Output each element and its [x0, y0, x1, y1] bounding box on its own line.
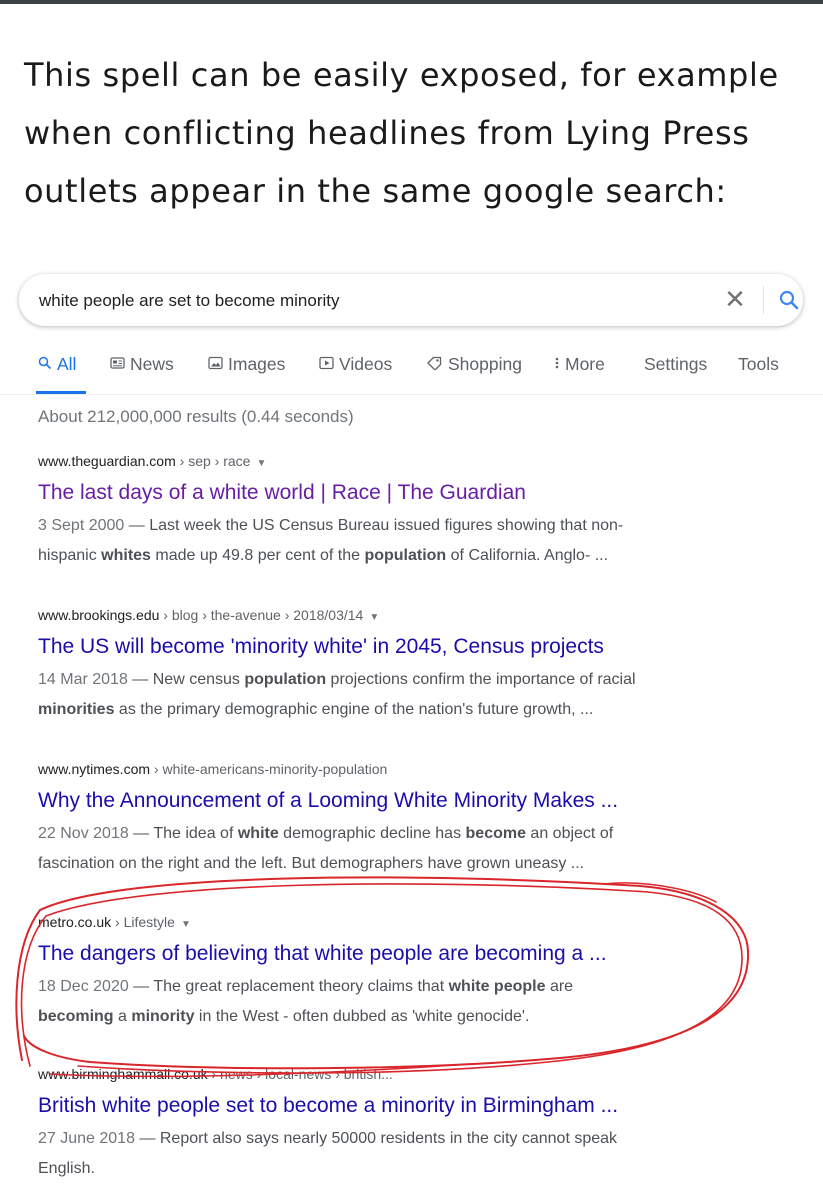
snippet-text: — New census — [127, 671, 245, 688]
result-title-link[interactable]: British white people set to become a min… — [38, 1092, 808, 1120]
result-breadcrumb: › blog › the-avenue › 2018/03/14 — [159, 607, 364, 623]
intro-line: outlets appear in the same google search… — [24, 172, 727, 210]
snippet-bold: population — [364, 547, 447, 564]
snippet-bold: minority — [131, 1008, 195, 1025]
tab-label: More — [565, 354, 605, 374]
snippet-text: are — [545, 978, 574, 995]
search-result: www.birminghammail.co.uk › news › local-… — [38, 1064, 808, 1184]
result-date: 22 Nov 2018 — [38, 825, 129, 842]
image-icon — [208, 354, 223, 375]
search-icon[interactable] — [777, 288, 801, 312]
result-snippet: 18 Dec 2020 — The great replacement theo… — [38, 972, 808, 1032]
result-snippet: 3 Sept 2000 — Last week the US Census Bu… — [38, 511, 808, 571]
chevron-down-icon[interactable]: ▼ — [256, 458, 266, 469]
snippet-text: hispanic — [38, 547, 102, 564]
result-url[interactable]: www.theguardian.com › sep › race ▼ — [38, 451, 808, 471]
snippet-text: — The great replacement theory claims th… — [128, 978, 449, 995]
tab-shopping[interactable]: Shopping — [426, 354, 522, 375]
search-result: www.theguardian.com › sep › race ▼ The la… — [38, 451, 808, 571]
tag-icon — [426, 354, 443, 375]
result-domain: www.theguardian.com — [38, 453, 176, 469]
result-date: 14 Mar 2018 — [38, 671, 128, 688]
search-input[interactable]: white people are set to become minority — [39, 291, 340, 311]
result-breadcrumb: › news › local-news › british... — [207, 1066, 393, 1082]
snippet-bold: population — [244, 671, 327, 688]
result-date: 3 Sept 2000 — [38, 517, 125, 534]
search-icon — [38, 354, 52, 375]
snippet-bold: becoming — [38, 1008, 114, 1025]
result-url[interactable]: www.nytimes.com › white-americans-minori… — [38, 759, 808, 779]
tab-label: Settings — [644, 354, 708, 374]
tab-label: Shopping — [448, 354, 522, 374]
tab-label: Images — [228, 354, 286, 374]
intro-line: This spell can be easily exposed, for ex… — [24, 56, 779, 94]
search-box[interactable]: white people are set to become minority … — [19, 274, 803, 326]
snippet-bold: white — [237, 825, 279, 842]
search-result: www.nytimes.com › white-americans-minori… — [38, 759, 808, 879]
chevron-down-icon[interactable]: ▼ — [181, 919, 191, 930]
tabs-divider — [0, 394, 823, 395]
snippet-text: as the primary demographic engine of the… — [114, 701, 594, 718]
snippet-bold: whites — [101, 547, 151, 564]
intro-line: when conflicting headlines from Lying Pr… — [24, 114, 750, 152]
search-divider — [763, 286, 764, 314]
snippet-bold: white people — [448, 978, 546, 995]
result-domain: metro.co.uk — [38, 914, 112, 930]
result-stats: About 212,000,000 results (0.44 seconds) — [38, 407, 354, 426]
result-url[interactable]: www.birminghammail.co.uk › news › local-… — [38, 1064, 808, 1084]
video-icon — [319, 354, 334, 375]
snippet-text: in the West - often dubbed as 'white gen… — [194, 1008, 530, 1025]
tab-videos[interactable]: Videos — [319, 354, 392, 375]
tab-label: News — [130, 354, 174, 374]
result-breadcrumb: › white-americans-minority-population — [150, 761, 388, 777]
result-title-link[interactable]: The last days of a white world | Race | … — [38, 479, 808, 507]
tab-more[interactable]: More — [554, 354, 605, 375]
snippet-text: of California. Anglo- ... — [446, 547, 609, 564]
snippet-text: English. — [38, 1160, 95, 1177]
tab-label: Tools — [738, 354, 779, 374]
result-breadcrumb: › sep › race — [175, 453, 251, 469]
result-domain: www.brookings.edu — [38, 607, 160, 623]
clear-icon[interactable]: ✕ — [723, 285, 747, 313]
tab-images[interactable]: Images — [208, 354, 285, 375]
tab-all[interactable]: All — [38, 354, 76, 375]
result-domain: www.birminghammail.co.uk — [38, 1066, 208, 1082]
result-breadcrumb: › Lifestyle — [111, 914, 175, 930]
result-snippet: 22 Nov 2018 — The idea of white demograp… — [38, 819, 808, 879]
tab-news[interactable]: News — [110, 354, 174, 375]
result-url[interactable]: metro.co.uk › Lifestyle ▼ — [38, 912, 808, 932]
search-result: www.brookings.edu › blog › the-avenue › … — [38, 605, 808, 725]
result-url[interactable]: www.brookings.edu › blog › the-avenue › … — [38, 605, 808, 625]
result-title-link[interactable]: The dangers of believing that white peop… — [38, 940, 808, 968]
snippet-text: — Report also says nearly 50000 resident… — [134, 1130, 618, 1147]
result-domain: www.nytimes.com — [38, 761, 151, 777]
snippet-text: — The idea of — [128, 825, 238, 842]
snippet-bold: become — [465, 825, 526, 842]
result-date: 18 Dec 2020 — [38, 978, 129, 995]
tab-settings[interactable]: Settings — [644, 354, 707, 375]
tab-tools[interactable]: Tools — [738, 354, 779, 375]
top-bar — [0, 0, 823, 4]
news-icon — [110, 354, 125, 375]
tab-label: Videos — [339, 354, 393, 374]
intro-text: This spell can be easily exposed, for ex… — [24, 46, 804, 220]
result-title-link[interactable]: Why the Announcement of a Looming White … — [38, 787, 808, 815]
tab-label: All — [57, 354, 77, 374]
result-date: 27 June 2018 — [38, 1130, 135, 1147]
search-result: metro.co.uk › Lifestyle ▼ The dangers of … — [38, 912, 808, 1032]
result-snippet: 27 June 2018 — Report also says nearly 5… — [38, 1124, 808, 1184]
snippet-text: — Last week the US Census Bureau issued … — [124, 517, 624, 534]
snippet-bold: minorities — [38, 701, 115, 718]
more-vert-icon — [554, 354, 560, 375]
snippet-text: an object of — [525, 825, 614, 842]
chevron-down-icon[interactable]: ▼ — [369, 612, 379, 623]
snippet-text: demographic decline has — [278, 825, 466, 842]
snippet-text: projections confirm the importance of ra… — [326, 671, 636, 688]
result-title-link[interactable]: The US will become 'minority white' in 2… — [38, 633, 808, 661]
snippet-text: fascination on the right and the left. B… — [38, 855, 585, 872]
snippet-text: made up 49.8 per cent of the — [150, 547, 365, 564]
result-snippet: 14 Mar 2018 — New census population proj… — [38, 665, 808, 725]
snippet-text: a — [113, 1008, 132, 1025]
